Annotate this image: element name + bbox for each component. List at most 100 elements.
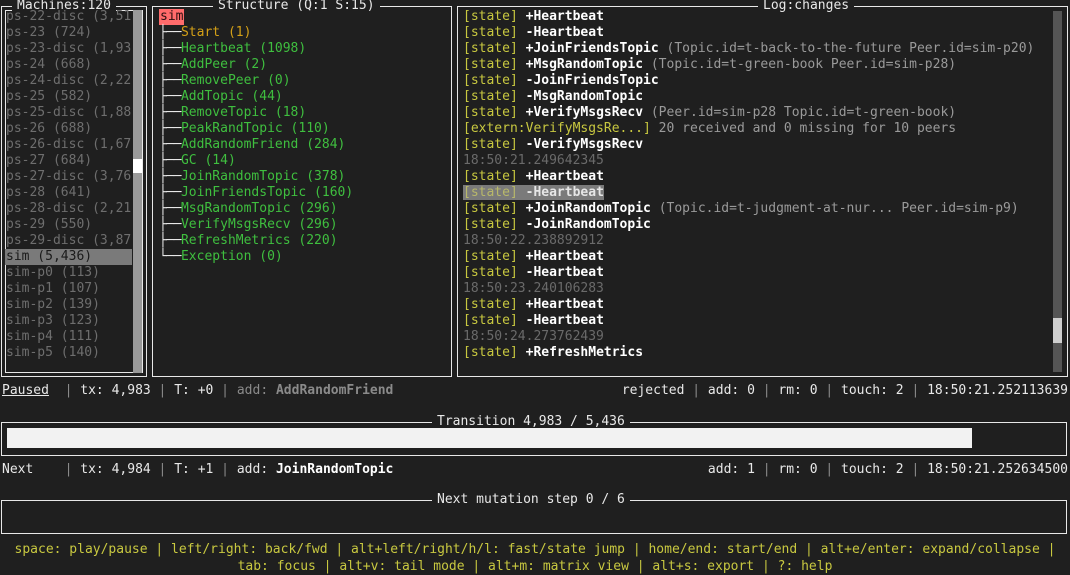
log-row[interactable]: [state] -VerifyMsgsRecv xyxy=(463,137,1051,153)
status-next-add-label: add: xyxy=(236,462,269,477)
log-row-content: 18:50:21.249642345 xyxy=(463,153,604,168)
structure-tree-node[interactable]: ├──PeakRandTopic (110) xyxy=(159,121,445,137)
log-row[interactable]: [state] -Heartbeat xyxy=(463,265,1051,281)
machines-list-item[interactable]: ps-23-disc (1,93 xyxy=(5,41,132,57)
machines-list-item[interactable]: sim (5,436) xyxy=(5,249,132,265)
structure-root-row[interactable]: sim xyxy=(159,9,445,25)
machines-list-item[interactable]: ps-25-disc (1,88 xyxy=(5,105,132,121)
log-row[interactable]: [state] +Heartbeat xyxy=(463,297,1051,313)
log-list[interactable]: [state] +Heartbeat [state] -Heartbeat [sta… xyxy=(463,9,1051,374)
log-row-prefix: [state] xyxy=(463,25,518,40)
log-row-message: -MsgRandomTopic xyxy=(525,89,644,104)
log-row-prefix: [state] xyxy=(463,169,518,184)
machines-list[interactable]: ps-22-disc (3,51 ps-23 (724) ps-23-disc (1… xyxy=(5,9,132,374)
help-line-1: space: play/pause | left/right: back/fwd… xyxy=(14,542,1056,557)
tree-tee-icon: ├── xyxy=(159,185,181,200)
machines-list-item[interactable]: ps-24 (668) xyxy=(5,57,132,73)
structure-tree-node[interactable]: ├──GC (14) xyxy=(159,153,445,169)
log-row[interactable]: 18:50:23.240106283 xyxy=(463,281,1051,297)
status-paused-label[interactable]: Paused xyxy=(2,383,49,398)
machines-list-item[interactable]: ps-25 (582) xyxy=(5,89,132,105)
log-row-prefix: [state] xyxy=(463,297,518,312)
log-row[interactable]: [state] -Heartbeat xyxy=(463,25,1051,41)
log-row[interactable]: [state] +VerifyMsgsRecv (Peer.id=sim-p28… xyxy=(463,105,1051,121)
log-row-message: +RefreshMetrics xyxy=(525,345,644,360)
log-row-prefix: [state] xyxy=(463,265,518,280)
structure-tree-node[interactable]: ├──JoinFriendsTopic (160) xyxy=(159,185,445,201)
machines-list-item[interactable]: ps-27 (684) xyxy=(5,153,132,169)
log-row[interactable]: [state] -MsgRandomTopic xyxy=(463,89,1051,105)
status-next-label[interactable]: Next xyxy=(2,462,33,477)
log-row-message: -Heartbeat xyxy=(525,313,604,328)
machines-list-item[interactable]: sim-p3 (123) xyxy=(5,313,132,329)
tree-tee-icon: ├── xyxy=(159,217,181,232)
log-row[interactable]: [state] +MsgRandomTopic (Topic.id=t-gree… xyxy=(463,57,1051,73)
log-row[interactable]: [state] -Heartbeat xyxy=(463,313,1051,329)
structure-tree-node[interactable]: ├──AddPeer (2) xyxy=(159,57,445,73)
log-row-content: [state] +Heartbeat xyxy=(463,297,604,312)
log-row-content: [state] -JoinRandomTopic xyxy=(463,217,651,232)
log-panel[interactable]: Log:changes [state] +Heartbeat [state] -H… xyxy=(457,0,1068,377)
structure-tree-node[interactable]: ├──RefreshMetrics (220) xyxy=(159,233,445,249)
log-row[interactable]: [state] +RefreshMetrics xyxy=(463,345,1051,361)
structure-tree-node[interactable]: ├──RemoveTopic (18) xyxy=(159,105,445,121)
machines-list-item[interactable]: ps-28-disc (2,21 xyxy=(5,201,132,217)
status-next-radd-label: add: xyxy=(707,462,740,477)
structure-tree-node[interactable]: ├──AddRandomFriend (284) xyxy=(159,137,445,153)
log-row[interactable]: 18:50:21.249642345 xyxy=(463,153,1051,169)
log-row-content: 18:50:23.240106283 xyxy=(463,281,604,296)
log-row-prefix: [state] xyxy=(463,313,518,328)
machines-list-item[interactable]: ps-29-disc (3,87 xyxy=(5,233,132,249)
machines-list-item[interactable]: sim-p0 (113) xyxy=(5,265,132,281)
log-row[interactable]: [state] +Heartbeat xyxy=(463,169,1051,185)
structure-tree-node[interactable]: ├──Start (1) xyxy=(159,25,445,41)
structure-tree-node[interactable]: ├──MsgRandomTopic (296) xyxy=(159,201,445,217)
log-row[interactable]: [state] +JoinRandomTopic (Topic.id=t-jud… xyxy=(463,201,1051,217)
log-row[interactable]: [state] -JoinFriendsTopic xyxy=(463,73,1051,89)
transition-progress-bar[interactable] xyxy=(7,428,1061,448)
structure-panel[interactable]: Structure (Q:1 S:15) sim ├──Start (1) ├──H… xyxy=(152,0,452,377)
log-row-content: [state] -MsgRandomTopic xyxy=(463,89,643,104)
machines-list-item[interactable]: ps-23 (724) xyxy=(5,25,132,41)
structure-tree-node[interactable]: ├──RemovePeer (0) xyxy=(159,73,445,89)
structure-tree-node[interactable]: ├──VerifyMsgsRecv (296) xyxy=(159,217,445,233)
log-row[interactable]: [state] +JoinFriendsTopic (Topic.id=t-ba… xyxy=(463,41,1051,57)
machines-list-item[interactable]: ps-27-disc (3,76 xyxy=(5,169,132,185)
log-row-detail: (Topic.id=t-green-book Peer.id=sim-p28) xyxy=(650,57,957,72)
machines-list-item[interactable]: sim-p4 (111) xyxy=(5,329,132,345)
status-next-tx-label: tx: xyxy=(80,462,104,477)
log-row[interactable]: [state] +Heartbeat xyxy=(463,249,1051,265)
structure-tree-node[interactable]: ├──JoinRandomTopic (378) xyxy=(159,169,445,185)
structure-tree-node[interactable]: ├──Heartbeat (1098) xyxy=(159,41,445,57)
log-row[interactable]: 18:50:22.238892912 xyxy=(463,233,1051,249)
structure-tree-node[interactable]: └──Exception (0) xyxy=(159,249,445,265)
machines-list-item[interactable]: ps-24-disc (2,22 xyxy=(5,73,132,89)
status-touch-value: 2 xyxy=(895,383,904,398)
structure-node-label: MsgRandomTopic (296) xyxy=(180,201,338,216)
machines-list-item[interactable]: sim-p2 (139) xyxy=(5,297,132,313)
log-row[interactable]: [state] -JoinRandomTopic xyxy=(463,217,1051,233)
log-row[interactable]: 18:50:24.273762439 xyxy=(463,329,1051,345)
machines-list-item[interactable]: sim-p1 (107) xyxy=(5,281,132,297)
log-scrollbar-thumb[interactable] xyxy=(1053,317,1062,344)
structure-tree-node[interactable]: ├──AddTopic (44) xyxy=(159,89,445,105)
machines-list-item[interactable]: ps-28 (641) xyxy=(5,185,132,201)
machines-scrollbar-track[interactable] xyxy=(133,10,142,373)
structure-tree[interactable]: sim ├──Start (1) ├──Heartbeat (1098) ├──Add… xyxy=(159,9,445,374)
log-panel-body: [state] +Heartbeat [state] -Heartbeat [sta… xyxy=(458,7,1067,376)
machines-list-item[interactable]: ps-26 (688) xyxy=(5,121,132,137)
structure-root-badge[interactable]: sim xyxy=(159,9,185,25)
machines-list-item[interactable]: ps-29 (550) xyxy=(5,217,132,233)
machines-list-item[interactable]: ps-22-disc (3,51 xyxy=(5,9,132,25)
log-row-message: +Heartbeat xyxy=(525,249,604,264)
machines-list-item[interactable]: sim-p5 (140) xyxy=(5,345,132,361)
machines-list-item[interactable]: ps-26-disc (1,67 xyxy=(5,137,132,153)
machines-panel[interactable]: Machines:120 ps-22-disc (3,51 ps-23 (724)… xyxy=(1,0,147,377)
log-row[interactable]: [state] -Heartbeat xyxy=(463,185,1051,201)
log-row-message: 20 received and 0 missing for 10 peers xyxy=(658,121,957,136)
machines-scrollbar-thumb[interactable] xyxy=(133,158,142,174)
log-row[interactable]: [state] +Heartbeat xyxy=(463,9,1051,25)
log-row-message: +JoinFriendsTopic xyxy=(525,41,659,56)
log-scrollbar-track[interactable] xyxy=(1053,11,1062,372)
log-row[interactable]: [extern:VerifyMsgsRe...] 20 received and… xyxy=(463,121,1051,137)
